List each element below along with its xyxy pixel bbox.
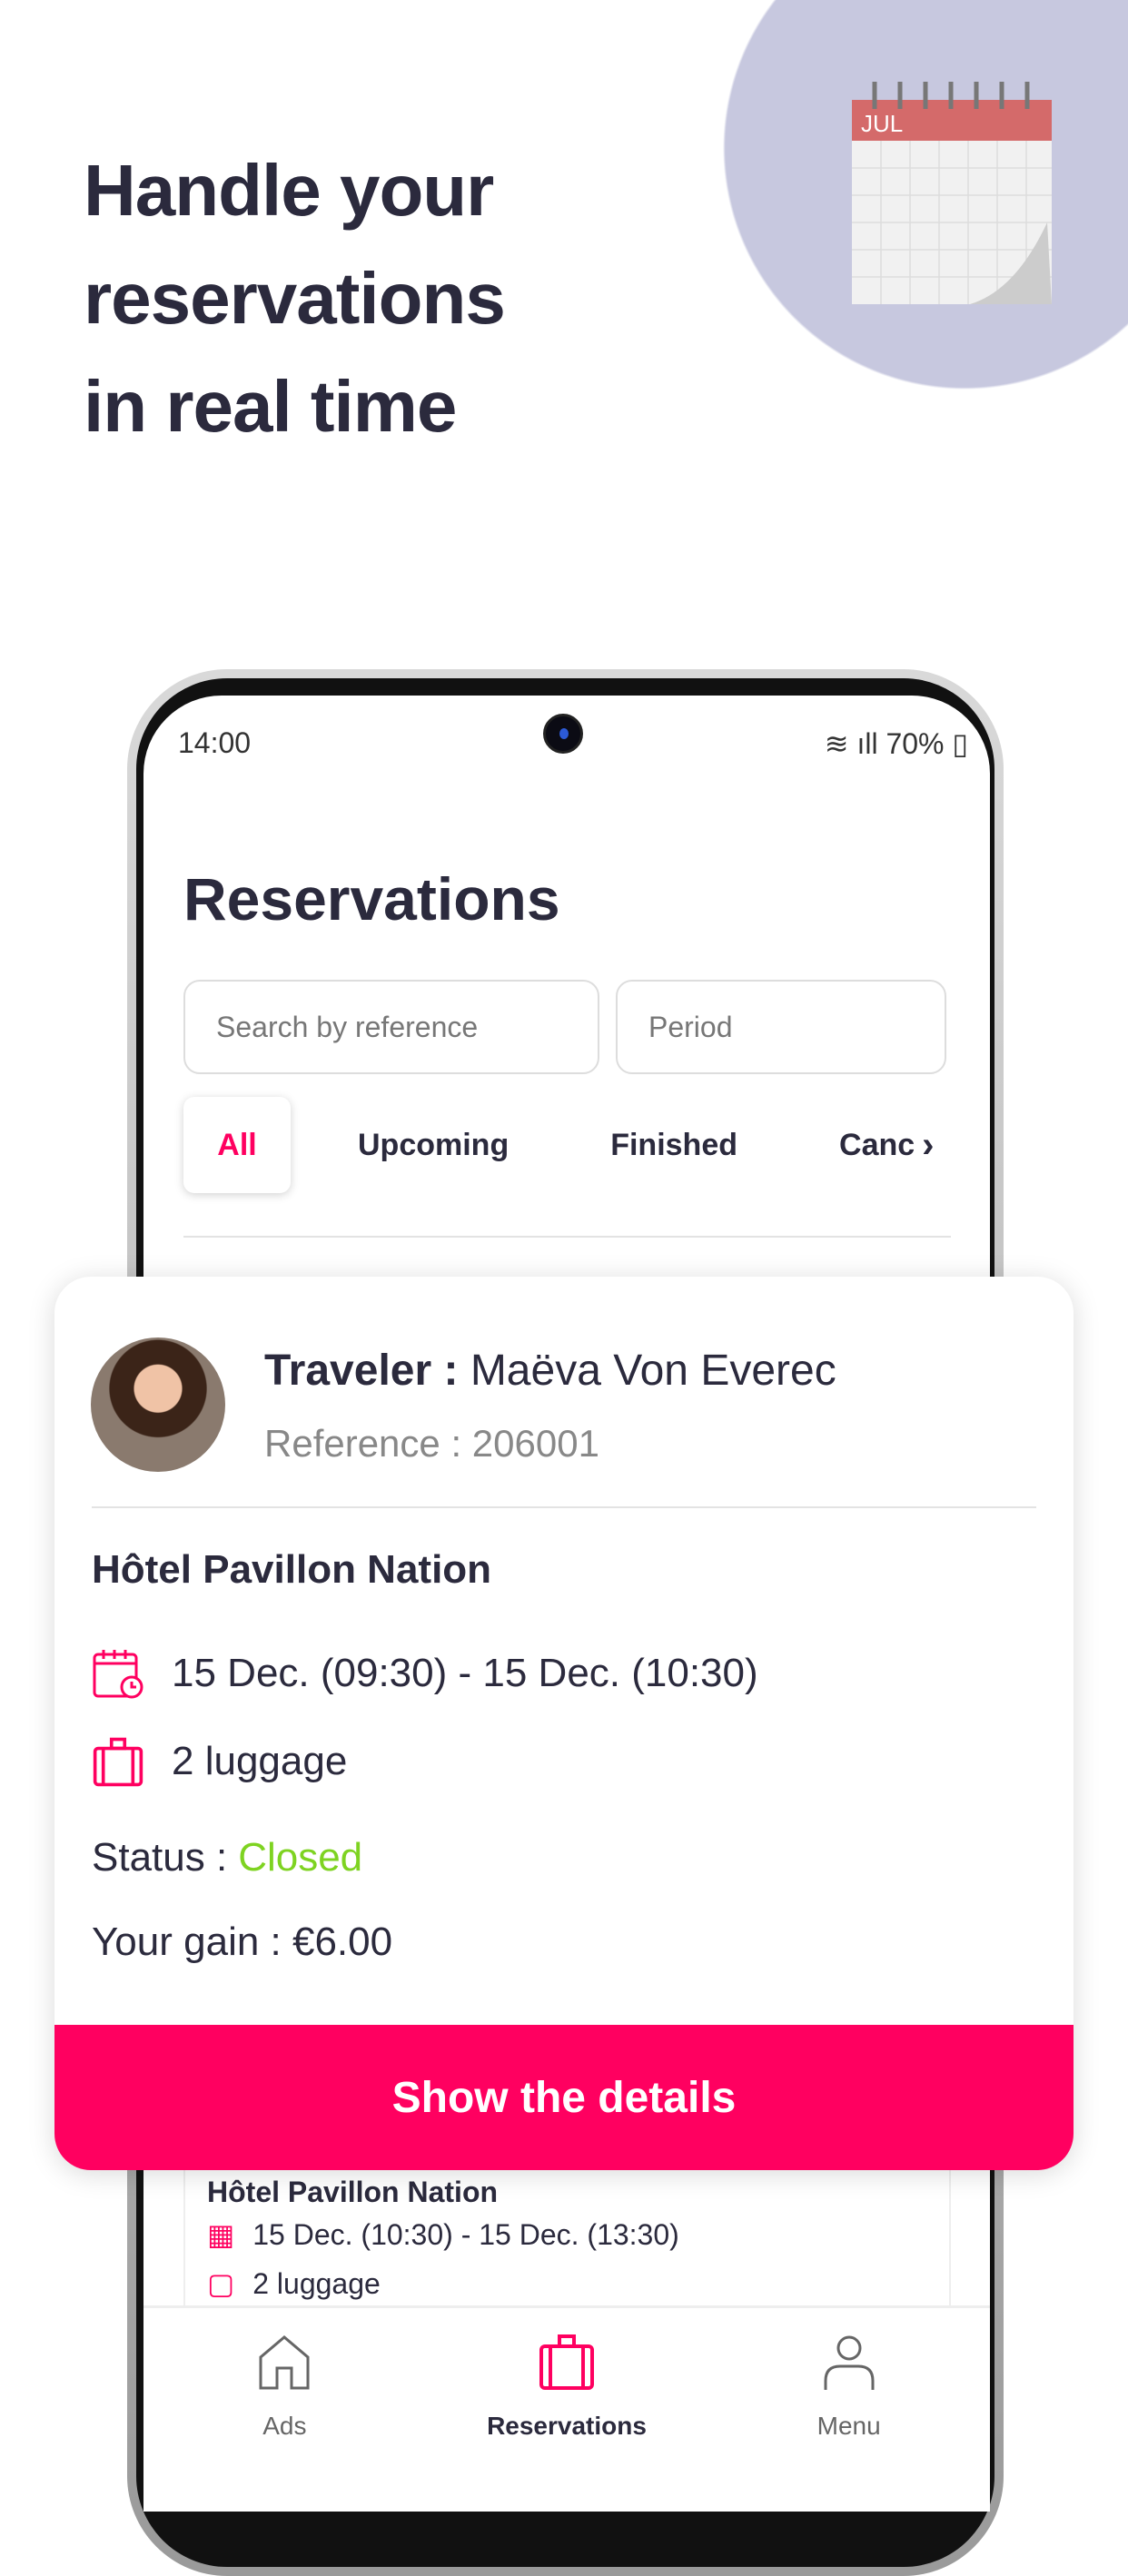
nav-menu[interactable]: Menu xyxy=(707,2308,990,2512)
hotel-name: Hôtel Pavillon Nation xyxy=(92,1547,492,1592)
battery-icon: ▯ xyxy=(944,727,968,760)
status-row: Status : Closed xyxy=(92,1835,362,1880)
nav-reservations[interactable]: Reservations xyxy=(426,2308,708,2512)
status-time: 14:00 xyxy=(178,726,252,759)
tab-cancelled[interactable]: Canc xyxy=(839,1128,915,1163)
battery-level: 70% xyxy=(886,727,945,760)
luggage-count: 2 luggage xyxy=(252,2266,381,2300)
bottom-nav: Ads Reservations Menu xyxy=(143,2305,990,2512)
traveler-avatar xyxy=(91,1337,225,1472)
tab-upcoming[interactable]: Upcoming xyxy=(358,1128,509,1163)
calendar-illustration-icon: JUL xyxy=(852,82,1052,304)
traveler-line: Traveler : Maëva Von Everec xyxy=(264,1346,836,1396)
status-badge: Closed xyxy=(238,1835,363,1880)
period-input[interactable]: Period xyxy=(616,980,946,1074)
reference: Reference : 206001 xyxy=(264,1422,599,1465)
chevron-right-icon[interactable]: › xyxy=(922,1125,934,1166)
search-input[interactable]: Search by reference xyxy=(183,980,599,1074)
traveler-name: Maëva Von Everec xyxy=(470,1347,836,1395)
nav-label: Menu xyxy=(816,2412,881,2440)
hotel-name: Hôtel Pavillon Nation xyxy=(207,2176,499,2208)
svg-text:JUL: JUL xyxy=(861,110,903,137)
dates-row: 15 Dec. (09:30) - 15 Dec. (10:30) xyxy=(92,1647,758,1700)
tab-all[interactable]: All xyxy=(183,1097,291,1193)
nav-label: Reservations xyxy=(487,2412,647,2440)
suitcase-icon xyxy=(93,1737,143,1787)
filter-tabs: All Upcoming Finished Canc › xyxy=(183,1097,955,1193)
headline-line: Handle your xyxy=(84,150,494,231)
reservation-dates: 15 Dec. (10:30) - 15 Dec. (13:30) xyxy=(252,2217,679,2251)
featured-reservation-card: Traveler : Maëva Von Everec Reference : … xyxy=(54,1277,1074,2170)
wifi-signal-icon: ≋ ıll xyxy=(824,727,886,760)
show-details-button[interactable]: Show the details xyxy=(54,2025,1074,2170)
nav-label: Ads xyxy=(262,2412,307,2440)
divider xyxy=(183,1236,951,1238)
page-title: Reservations xyxy=(183,865,560,933)
traveler-label: Traveler : xyxy=(264,1347,459,1395)
status-icons: ≋ ıll 70% ▯ xyxy=(825,726,968,761)
headline-line: reservations xyxy=(84,258,506,339)
camera-icon xyxy=(543,714,583,754)
calendar-clock-icon xyxy=(93,1650,143,1699)
tab-finished[interactable]: Finished xyxy=(610,1128,737,1163)
nav-ads[interactable]: Ads xyxy=(143,2308,426,2512)
status-label: Status : xyxy=(92,1835,228,1880)
divider xyxy=(92,1506,1036,1508)
luggage-row: 2 luggage xyxy=(92,1735,347,1788)
headline-line: in real time xyxy=(84,366,457,447)
suitcase-icon: ▢ xyxy=(207,2267,235,2300)
user-icon xyxy=(824,2335,875,2390)
gain-amount: Your gain : €6.00 xyxy=(92,1920,393,1964)
reservation-dates: 15 Dec. (09:30) - 15 Dec. (10:30) xyxy=(172,1651,758,1695)
luggage-count: 2 luggage xyxy=(172,1739,348,1783)
suitcase-icon xyxy=(539,2334,594,2390)
promo-headline: Handle your reservations in real time xyxy=(84,136,506,460)
home-icon xyxy=(259,2335,310,2390)
calendar-clock-icon: ▦ xyxy=(207,2218,235,2251)
